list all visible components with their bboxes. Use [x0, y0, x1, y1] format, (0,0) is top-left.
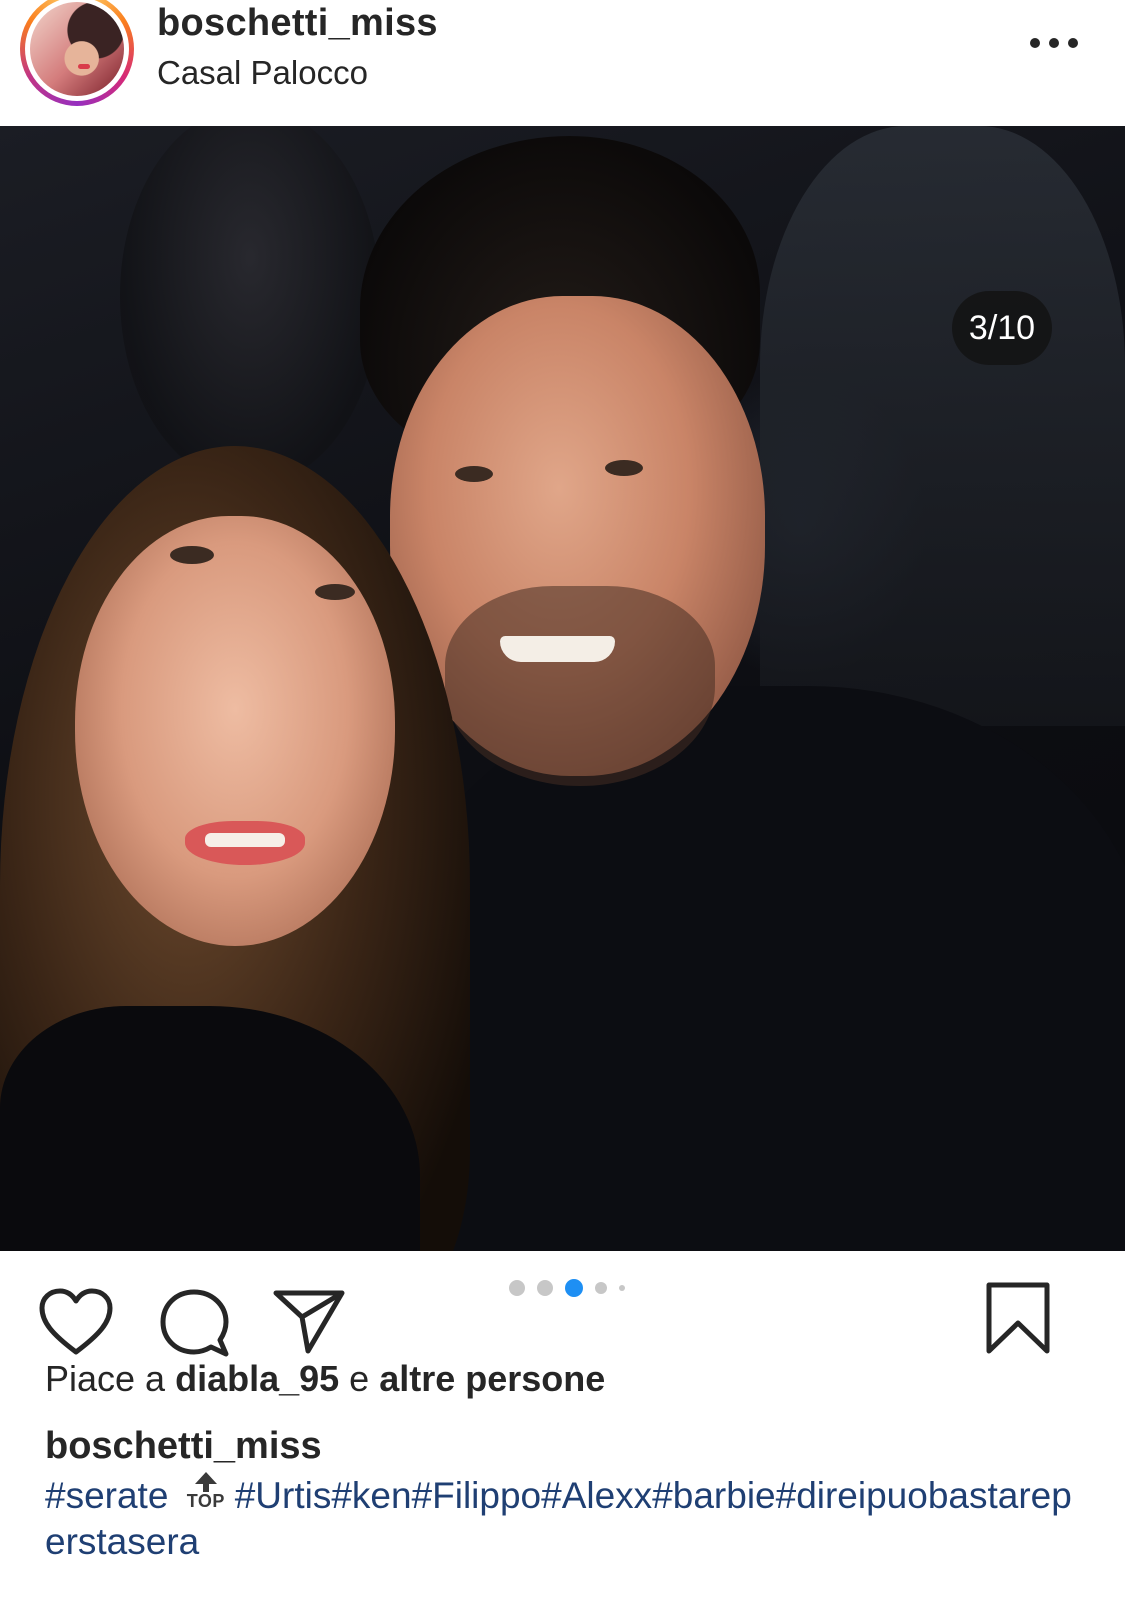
- likes-prefix: Piace a: [45, 1358, 176, 1399]
- photo-shape: [185, 821, 305, 865]
- post-location[interactable]: Casal Palocco: [157, 54, 368, 92]
- caption-text: #serate TOP #Urtis#ken#Filippo#Alexx#bar…: [45, 1472, 1085, 1565]
- comment-icon[interactable]: [160, 1288, 230, 1358]
- photo-shape: [315, 584, 355, 600]
- action-bar: [0, 1251, 1125, 1361]
- likes-line[interactable]: Piace a diabla_95 e altre persone: [45, 1358, 605, 1400]
- photo-shape: [390, 686, 1125, 1251]
- caption-username[interactable]: boschetti_miss: [45, 1425, 322, 1468]
- post-header: boschetti_miss Casal Palocco: [0, 0, 1125, 126]
- photo-shape: [455, 466, 493, 482]
- more-options-icon[interactable]: [1030, 38, 1078, 52]
- heart-icon[interactable]: [38, 1288, 114, 1358]
- likes-middle: e: [339, 1358, 380, 1399]
- more-dot: [1068, 38, 1078, 48]
- photo-shape: [75, 516, 395, 946]
- likes-others-link[interactable]: altre persone: [379, 1358, 605, 1399]
- background-figure: [760, 126, 1125, 726]
- more-dot: [1049, 38, 1059, 48]
- more-dot: [1030, 38, 1040, 48]
- hashtag-link[interactable]: #serate: [45, 1475, 168, 1516]
- photo-shape: [445, 586, 715, 786]
- background-figure: [120, 126, 380, 486]
- likes-user-link[interactable]: diabla_95: [175, 1358, 339, 1399]
- photo-shape: [170, 546, 214, 564]
- avatar[interactable]: [30, 2, 124, 96]
- carousel-dot: [595, 1282, 607, 1294]
- carousel-dot: [509, 1280, 525, 1296]
- carousel-dot: [619, 1285, 625, 1291]
- carousel-counter: 3/10: [952, 291, 1052, 365]
- send-icon[interactable]: [272, 1287, 346, 1355]
- top-label: TOP: [186, 1491, 225, 1511]
- carousel-dot-active: [565, 1279, 583, 1297]
- photo-shape: [500, 636, 615, 662]
- bookmark-icon[interactable]: [985, 1281, 1051, 1355]
- post-username[interactable]: boschetti_miss: [157, 2, 438, 45]
- photo-shape: [605, 460, 643, 476]
- carousel-dot: [537, 1280, 553, 1296]
- carousel-indicator: [509, 1279, 625, 1297]
- top-arrow-icon: TOP: [185, 1472, 229, 1512]
- post-photo[interactable]: 3/10: [0, 126, 1125, 1251]
- story-ring[interactable]: [20, 0, 134, 106]
